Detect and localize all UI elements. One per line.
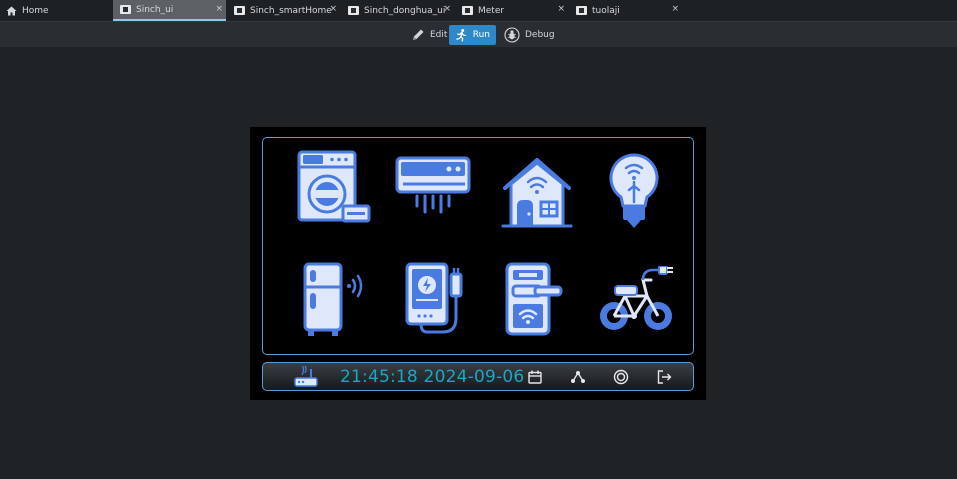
tab-label: Sinch_donghua_ui [364, 5, 446, 16]
home-icon [6, 6, 17, 15]
pencil-icon [413, 29, 424, 40]
debug-button[interactable]: Debug [498, 25, 561, 45]
tab-meter[interactable]: Meter × [455, 0, 568, 21]
running-man-icon [456, 28, 467, 42]
close-icon[interactable]: × [215, 4, 223, 14]
logout-icon[interactable] [657, 370, 672, 384]
tab-label: Sinch_smartHome [250, 5, 332, 16]
tab-sinch-smarthome[interactable]: Sinch_smartHome × [227, 0, 340, 21]
electric-bike-icon[interactable] [597, 266, 675, 334]
calendar-icon[interactable] [528, 370, 542, 384]
washing-machine-icon[interactable] [297, 150, 373, 226]
window-icon [348, 6, 359, 15]
smart-bulb-icon[interactable] [608, 152, 660, 232]
bug-icon [504, 27, 520, 43]
device-screen: 21:45:18 2024-09-06 [250, 127, 706, 400]
close-icon[interactable]: × [671, 4, 679, 14]
window-icon [462, 6, 473, 15]
tab-label: Meter [478, 5, 505, 16]
tab-tuolaji[interactable]: tuolaji × [569, 0, 682, 21]
run-button[interactable]: Run [449, 25, 496, 45]
smart-home-icon[interactable] [499, 154, 575, 230]
tab-label: Home [22, 5, 49, 16]
close-icon[interactable]: × [443, 4, 451, 14]
tab-label: tuolaji [592, 5, 620, 16]
edit-button[interactable]: Edit [405, 25, 453, 45]
tab-home[interactable]: Home [6, 0, 106, 21]
window-icon [234, 6, 245, 15]
window-icon [120, 5, 131, 14]
network-icon[interactable] [570, 370, 586, 384]
router-icon [294, 366, 318, 387]
appliance-panel [262, 137, 694, 355]
air-conditioner-icon[interactable] [395, 156, 473, 218]
close-icon[interactable]: × [329, 4, 337, 14]
tab-label: Sinch_ui [136, 4, 174, 15]
window-icon [576, 6, 587, 15]
tab-sinch-donghua-ui[interactable]: Sinch_donghua_ui × [341, 0, 454, 21]
close-icon[interactable]: × [557, 4, 565, 14]
tab-sinch-ui[interactable]: Sinch_ui × [113, 0, 226, 21]
toolbar: Edit Run Debug [0, 21, 957, 47]
edit-label: Edit [430, 30, 448, 40]
status-bar: 21:45:18 2024-09-06 [262, 362, 694, 391]
tab-bar: Home Sinch_ui × Sinch_smartHome × Sinch_… [0, 0, 957, 21]
smart-fridge-icon[interactable] [303, 262, 369, 338]
clock-display: 21:45:18 2024-09-06 [340, 367, 525, 387]
debug-label: Debug [525, 30, 555, 40]
smart-lock-icon[interactable] [505, 262, 565, 338]
run-label: Run [472, 30, 490, 40]
power-bank-icon[interactable] [405, 262, 471, 342]
target-icon[interactable] [613, 369, 629, 385]
